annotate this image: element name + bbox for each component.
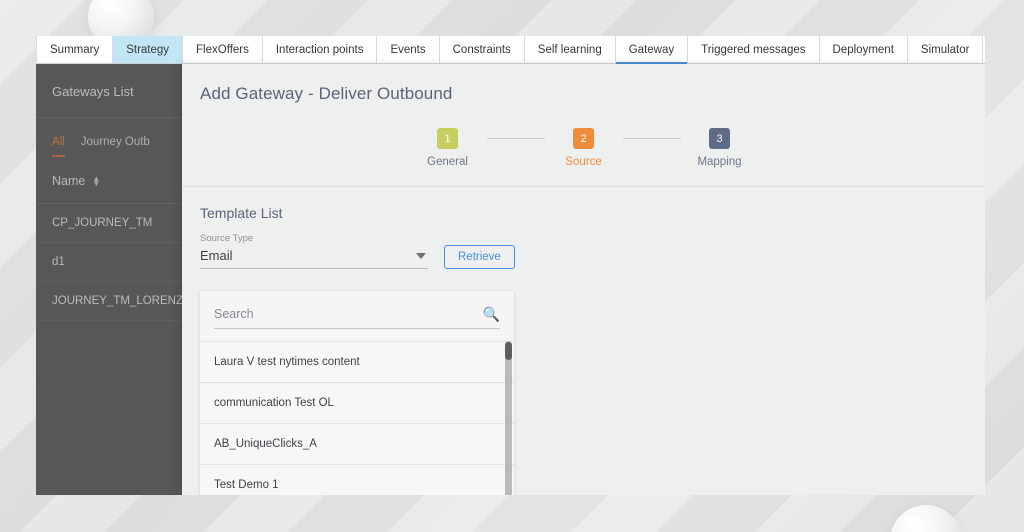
workspace: Gateways List All Journey Outb Name ▲ ▼ … <box>36 64 985 495</box>
sidebar-row-list: CP_JOURNEY_TM d1 JOURNEY_TM_LORENZ <box>36 204 182 321</box>
decorative-sphere-bottom <box>890 505 962 532</box>
add-gateway-panel: Add Gateway - Deliver Outbound 1 General 2… <box>182 64 985 495</box>
source-type-value: Email <box>200 248 233 263</box>
search-icon[interactable]: 🔍 <box>483 307 500 321</box>
template-items-list: Laura V test nytimes content communicatio… <box>200 341 514 495</box>
tab-flexoffers[interactable]: FlexOffers <box>183 36 263 63</box>
sidebar-tab-journey-outbound[interactable]: Journey Outb <box>81 136 150 157</box>
sidebar-gateway-row[interactable]: JOURNEY_TM_LORENZ <box>36 282 182 321</box>
application-window: Summary Strategy FlexOffers Interaction poi… <box>36 36 985 495</box>
template-list-card: 🔍 Laura V test nytimes contentcommunicat… <box>200 291 514 495</box>
template-list-item[interactable]: Test Demo 1 <box>200 464 514 495</box>
template-list-section: Template List Source Type Email Retrieve <box>182 187 985 495</box>
tab-self-learning[interactable]: Self learning <box>524 36 616 63</box>
list-scrollbar[interactable] <box>505 341 512 495</box>
wizard-stepper: 1 General 2 Source 3 Mapping <box>200 128 967 186</box>
step-label: General <box>427 156 468 168</box>
main-tab-bar: Summary Strategy FlexOffers Interaction poi… <box>36 36 985 64</box>
sidebar-tab-bar: All Journey Outb <box>36 118 182 157</box>
source-type-select[interactable]: Email <box>200 244 428 269</box>
stepper-connector-line <box>486 138 545 139</box>
sidebar-column-header[interactable]: Name ▲ ▼ <box>36 157 182 204</box>
list-scrollbar-thumb[interactable] <box>505 342 512 360</box>
stepper-step-mapping[interactable]: 3 Mapping <box>681 128 759 168</box>
template-list-item[interactable]: AB_UniqueClicks_A <box>200 423 514 464</box>
tab-events[interactable]: Events <box>377 36 440 63</box>
tab-analysis[interactable]: Analysis <box>983 36 985 63</box>
gateways-sidebar: Gateways List All Journey Outb Name ▲ ▼ … <box>36 64 182 495</box>
sort-toggle-icon[interactable]: ▲ ▼ <box>92 175 101 188</box>
step-number-badge: 1 <box>437 128 458 149</box>
sidebar-tab-all[interactable]: All <box>52 136 65 157</box>
caret-down-icon: ▼ <box>92 179 101 188</box>
tab-strategy[interactable]: Strategy <box>113 36 184 63</box>
template-list-item[interactable]: communication Test OL <box>200 382 514 423</box>
step-label: Mapping <box>697 156 742 168</box>
template-list-item[interactable]: Laura V test nytimes content <box>200 341 514 382</box>
step-label: Source <box>565 156 602 168</box>
tab-gateway[interactable]: Gateway <box>615 36 689 64</box>
tab-constraints[interactable]: Constraints <box>439 36 525 63</box>
search-field: 🔍 <box>214 307 500 329</box>
tab-summary[interactable]: Summary <box>36 36 114 63</box>
panel-header: Add Gateway - Deliver Outbound 1 General 2… <box>182 64 985 186</box>
step-number-badge: 2 <box>573 128 594 149</box>
step-number-badge: 3 <box>709 128 730 149</box>
tab-simulator[interactable]: Simulator <box>907 36 984 63</box>
sidebar-gateway-row[interactable]: CP_JOURNEY_TM <box>36 204 182 243</box>
stepper-step-general[interactable]: 1 General <box>409 128 487 168</box>
search-area: 🔍 <box>200 291 514 341</box>
tab-deployment[interactable]: Deployment <box>819 36 908 63</box>
retrieve-button[interactable]: Retrieve <box>444 245 515 269</box>
tab-triggered-messages[interactable]: Triggered messages <box>688 36 820 63</box>
stepper-step-source[interactable]: 2 Source <box>545 128 623 168</box>
search-input[interactable] <box>214 307 460 321</box>
source-type-row: Source Type Email Retrieve <box>200 233 967 269</box>
sidebar-gateway-row[interactable]: d1 <box>36 243 182 282</box>
source-type-field: Source Type Email <box>200 233 428 269</box>
column-header-label: Name <box>52 174 86 188</box>
page-title: Add Gateway - Deliver Outbound <box>200 84 453 103</box>
section-title: Template List <box>200 205 283 221</box>
stepper-connector-line <box>622 138 681 139</box>
source-type-label: Source Type <box>200 233 254 244</box>
chevron-down-icon <box>416 252 426 259</box>
tab-interaction-points[interactable]: Interaction points <box>262 36 378 63</box>
sidebar-title: Gateways List <box>36 64 182 118</box>
